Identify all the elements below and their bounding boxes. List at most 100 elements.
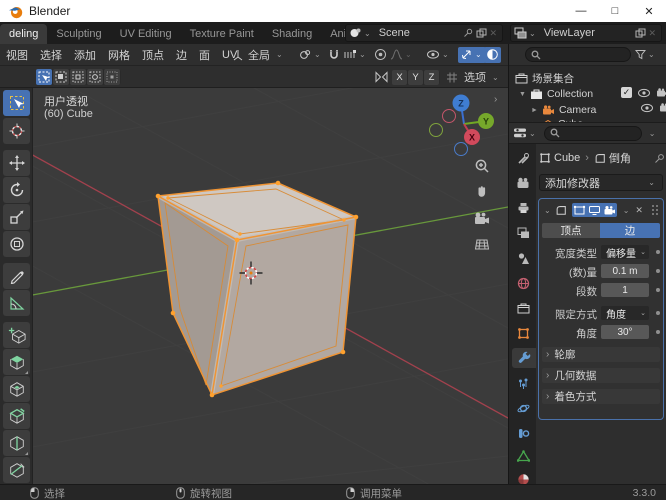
expand-arrow-icon[interactable]: ▼ [519, 91, 526, 98]
copy-viewlayer-icon[interactable] [635, 28, 646, 39]
tab-scene[interactable] [512, 248, 534, 268]
workspace-tab-uv-editing[interactable]: UV Editing [111, 24, 181, 44]
snap-settings-dropdown[interactable]: ⌄ [341, 47, 370, 63]
tool-tweak-select[interactable] [3, 90, 30, 116]
lasso-select-button[interactable] [87, 69, 103, 85]
tool-knife[interactable] [3, 457, 30, 483]
tab-collection[interactable] [512, 298, 534, 318]
width-type-dropdown[interactable]: 偏移量 ⌄ [601, 245, 649, 260]
animate-dot[interactable] [656, 250, 660, 254]
close-button[interactable]: ✕ [632, 0, 666, 22]
pin-icon[interactable] [463, 28, 473, 38]
snap-toggle[interactable] [326, 47, 342, 63]
chevron-down-icon[interactable]: ⌄ [362, 29, 373, 38]
navigation-gizmo[interactable]: Z Y X [425, 90, 503, 162]
menu-vertex[interactable]: 顶点 [136, 47, 170, 63]
segments-field[interactable]: 1 [601, 283, 649, 297]
snap-to-grid-toggle[interactable] [443, 69, 461, 85]
menu-mesh[interactable]: 网格 [102, 47, 136, 63]
tool-transform[interactable] [3, 231, 30, 257]
viewlayer-name[interactable]: ViewLayer [538, 27, 601, 39]
add-modifier-button[interactable]: 添加修改器 ⌄ [539, 174, 663, 191]
tab-tool[interactable] [512, 148, 534, 168]
tool-add-cube[interactable] [3, 322, 30, 348]
camera-view-button[interactable] [471, 208, 491, 228]
tab-view-layer[interactable] [512, 223, 534, 243]
zoom-button[interactable] [472, 156, 492, 176]
limit-method-dropdown[interactable]: 角度 ⌄ [601, 306, 649, 321]
pivot-point-dropdown[interactable]: ⌄ [297, 47, 325, 63]
maximize-button[interactable]: □ [598, 0, 632, 22]
amount-field[interactable]: 0.1 m [601, 264, 649, 278]
tab-constraints[interactable] [512, 423, 534, 443]
drag-handle-icon[interactable] [650, 204, 660, 216]
breadcrumb-modifier[interactable]: 倒角 [609, 150, 631, 166]
sidebar-toggle[interactable]: › [494, 94, 497, 105]
tab-object-data[interactable] [512, 446, 534, 466]
orthographic-toggle-button[interactable] [472, 234, 492, 254]
proportional-editing-toggle[interactable] [372, 47, 389, 63]
editor-type-dropdown[interactable]: ⌄ [513, 127, 538, 139]
show-gizmo-dropdown[interactable]: ⌄ [424, 47, 453, 63]
breadcrumb-object[interactable]: Cube [554, 152, 580, 164]
tweak-select-button[interactable] [36, 69, 52, 85]
outliner-row-collection[interactable]: ▼ Collection [519, 86, 593, 102]
tab-particles[interactable] [512, 373, 534, 393]
circle-select-button[interactable] [70, 69, 86, 85]
scene-name[interactable]: Scene [373, 27, 416, 39]
tool-loop-cut[interactable] [3, 430, 30, 456]
camera-restrict-icon[interactable] [656, 87, 666, 98]
section-shading[interactable]: › 着色方式 [542, 389, 660, 404]
collapse-icon[interactable]: ⌄ [542, 206, 553, 215]
menu-edge[interactable]: 边 [170, 47, 193, 63]
animate-dot[interactable] [656, 269, 660, 273]
mirror-toggle[interactable] [372, 69, 391, 85]
tool-3d-cursor[interactable] [3, 118, 30, 144]
tab-physics[interactable] [512, 398, 534, 418]
checkbox-icon[interactable]: ✓ [621, 87, 632, 98]
tool-inset-faces[interactable] [3, 376, 30, 402]
menu-add[interactable]: 添加 [68, 47, 102, 63]
tab-modifiers[interactable] [512, 348, 536, 368]
expand-arrow-icon[interactable]: ► [531, 107, 538, 114]
tab-world[interactable] [512, 273, 534, 293]
render-toggle[interactable] [603, 205, 616, 216]
pin-icon[interactable] [654, 153, 665, 164]
animate-dot[interactable] [656, 311, 660, 315]
transform-orientation-dropdown[interactable]: 全局 ⌄ [230, 47, 287, 63]
remove-viewlayer-icon[interactable]: ✕ [646, 28, 658, 39]
gizmos-toggle[interactable]: ⌄ [458, 46, 486, 63]
copy-scene-icon[interactable] [476, 28, 487, 39]
outliner-filter-dropdown[interactable]: ⌄ [635, 49, 657, 60]
mirror-z-button[interactable]: Z [424, 69, 439, 85]
tool-annotate[interactable] [3, 263, 30, 289]
tool-measure[interactable] [3, 290, 30, 316]
workspace-tab-sculpting[interactable]: Sculpting [47, 24, 110, 44]
tab-edge-bevel[interactable]: 边 [600, 223, 660, 238]
animate-dot[interactable] [656, 330, 660, 334]
angle-field[interactable]: 30° [601, 325, 649, 339]
tool-extrude-region[interactable] [3, 349, 30, 375]
workspace-tab-modeling[interactable]: deling [0, 24, 48, 44]
properties-options-dropdown[interactable]: ⌄ [647, 129, 658, 138]
options-dropdown[interactable]: 选项 ⌄ [462, 69, 503, 85]
chevron-down-icon[interactable]: ⌄ [527, 29, 538, 38]
minimize-button[interactable]: — [564, 0, 598, 22]
menu-view[interactable]: 视图 [0, 47, 34, 63]
overlays-toggle[interactable] [484, 46, 501, 63]
tab-output[interactable] [512, 198, 534, 218]
menu-face[interactable]: 面 [193, 47, 216, 63]
section-profile[interactable]: › 轮廓 [542, 347, 660, 362]
animate-dot[interactable] [656, 288, 660, 292]
camera-restrict-icon[interactable] [659, 103, 666, 113]
menu-select[interactable]: 选择 [34, 47, 68, 63]
tool-scale[interactable] [3, 204, 30, 230]
tool-bevel[interactable] [3, 403, 30, 429]
paint-select-button[interactable] [104, 69, 120, 85]
eye-icon[interactable] [640, 103, 654, 113]
eye-icon[interactable] [637, 88, 651, 98]
properties-search-input[interactable] [543, 125, 642, 141]
workspace-tab-texture-paint[interactable]: Texture Paint [181, 24, 263, 44]
edit-mode-toggle[interactable] [573, 205, 586, 216]
tool-move[interactable] [3, 150, 30, 176]
